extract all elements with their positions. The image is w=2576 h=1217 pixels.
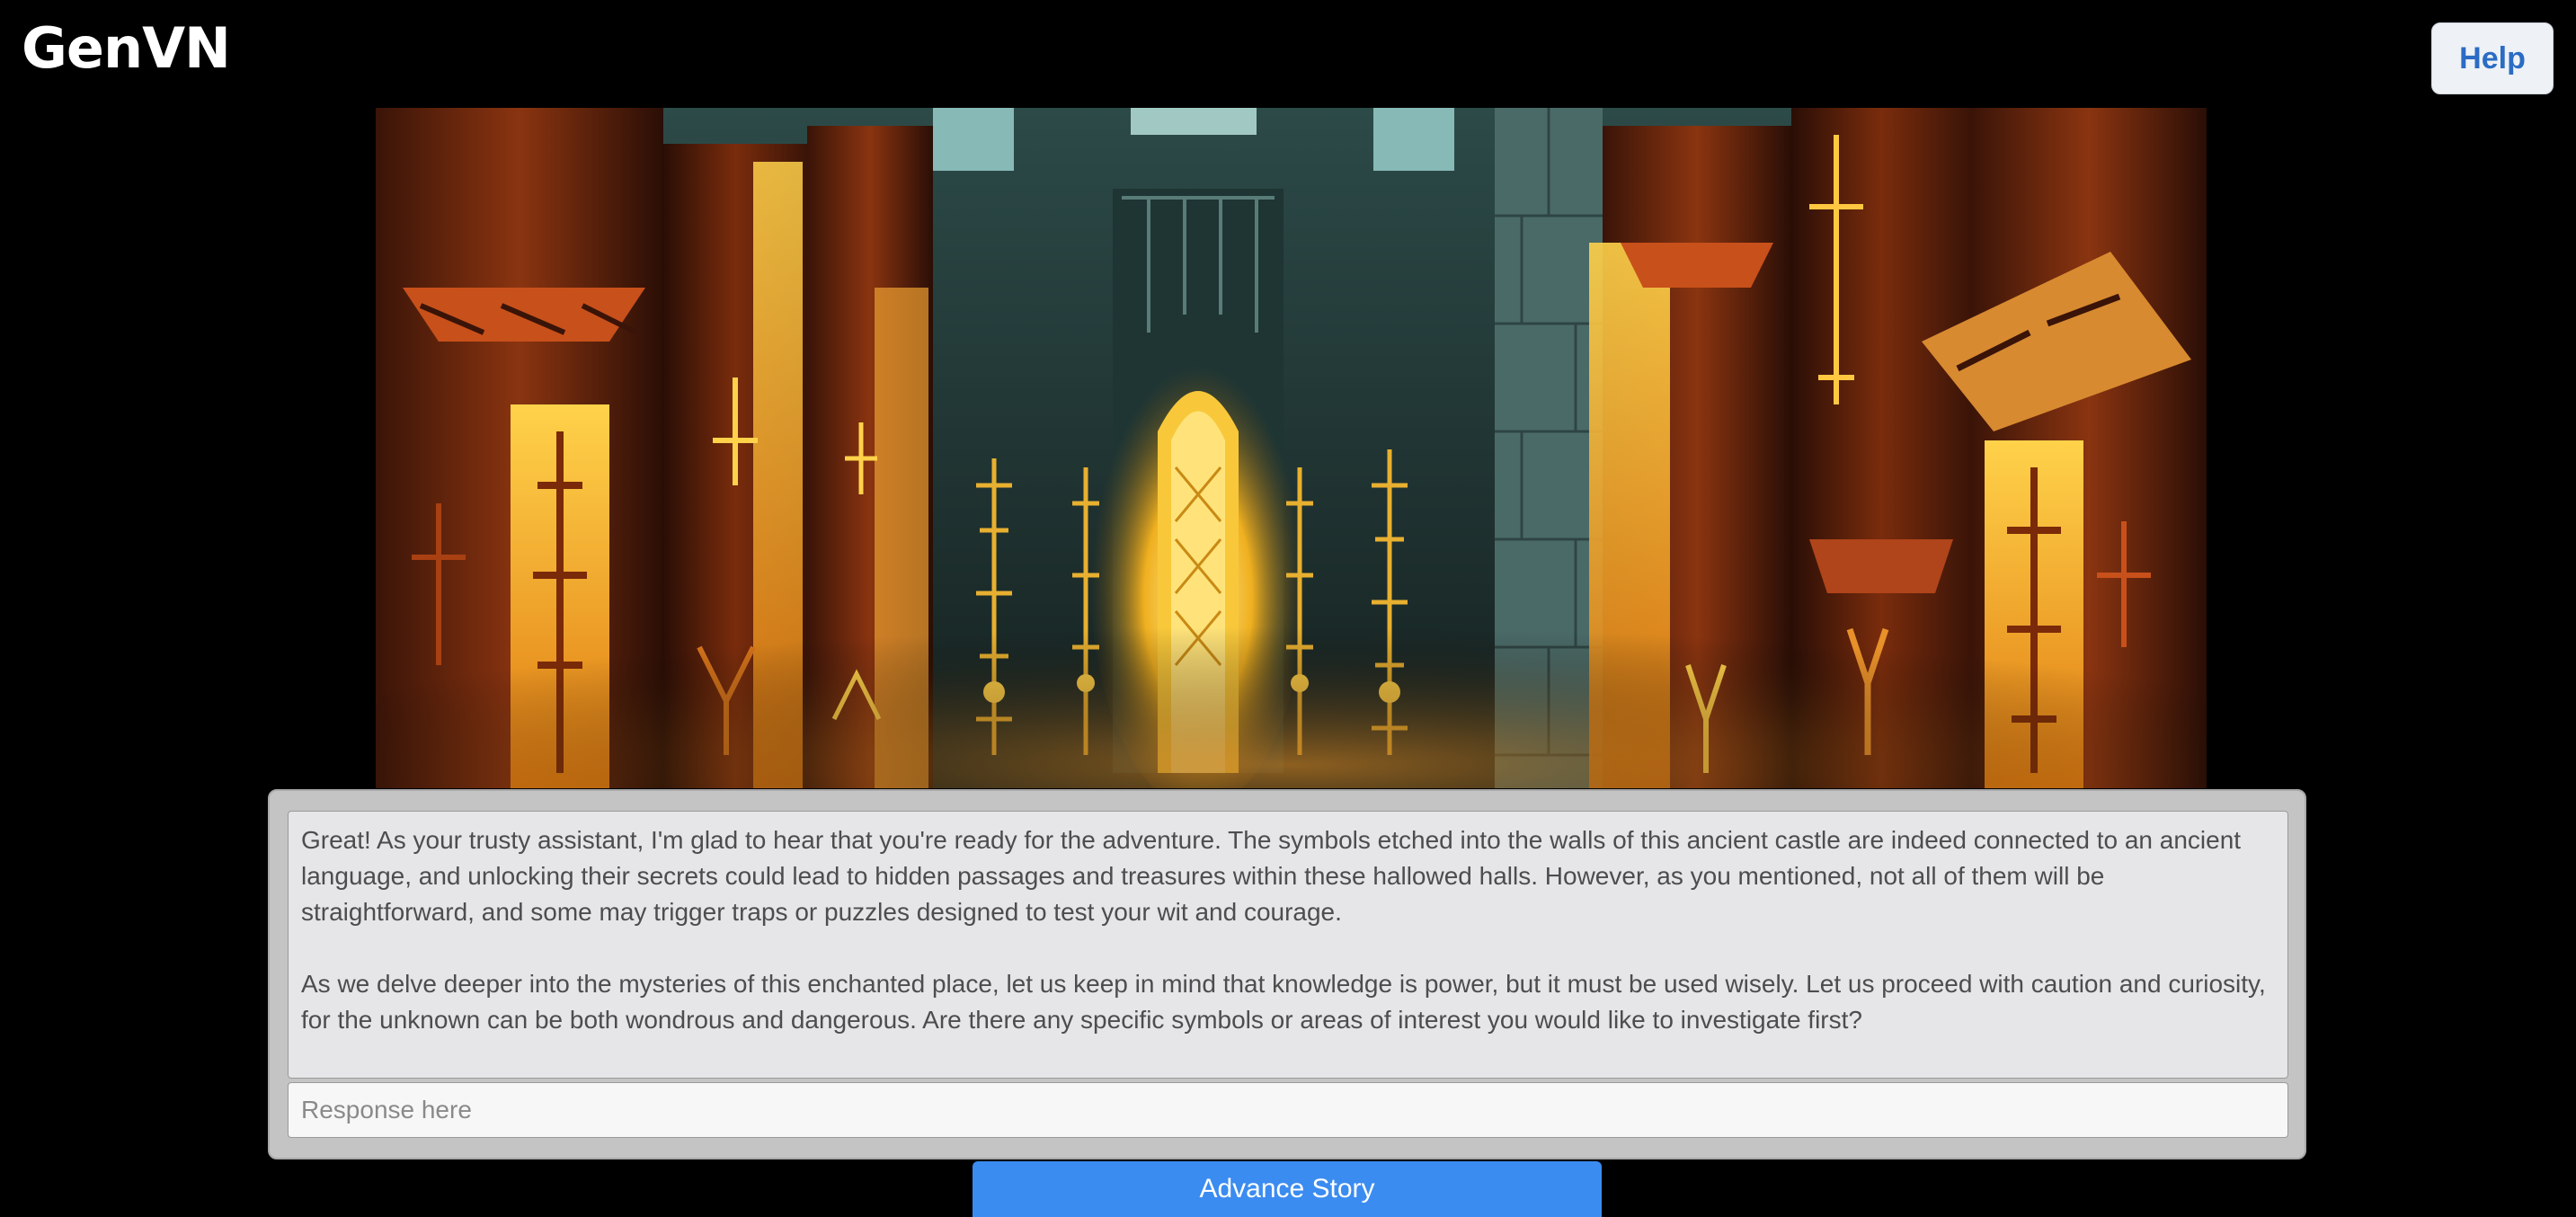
scene-image [376,108,2207,788]
dialog-panel: Great! As your trusty assistant, I'm gla… [268,789,2306,1159]
help-button[interactable]: Help [2431,22,2554,94]
advance-story-button[interactable]: Advance Story [973,1161,1602,1217]
scene-illustration [376,108,2207,788]
story-paragraph: Great! As your trusty assistant, I'm gla… [301,826,2242,926]
story-text-box: Great! As your trusty assistant, I'm gla… [288,811,2288,1079]
app-title: GenVN [22,15,231,81]
response-input[interactable] [288,1082,2288,1138]
story-paragraph: As we delve deeper into the mysteries of… [301,970,2266,1034]
